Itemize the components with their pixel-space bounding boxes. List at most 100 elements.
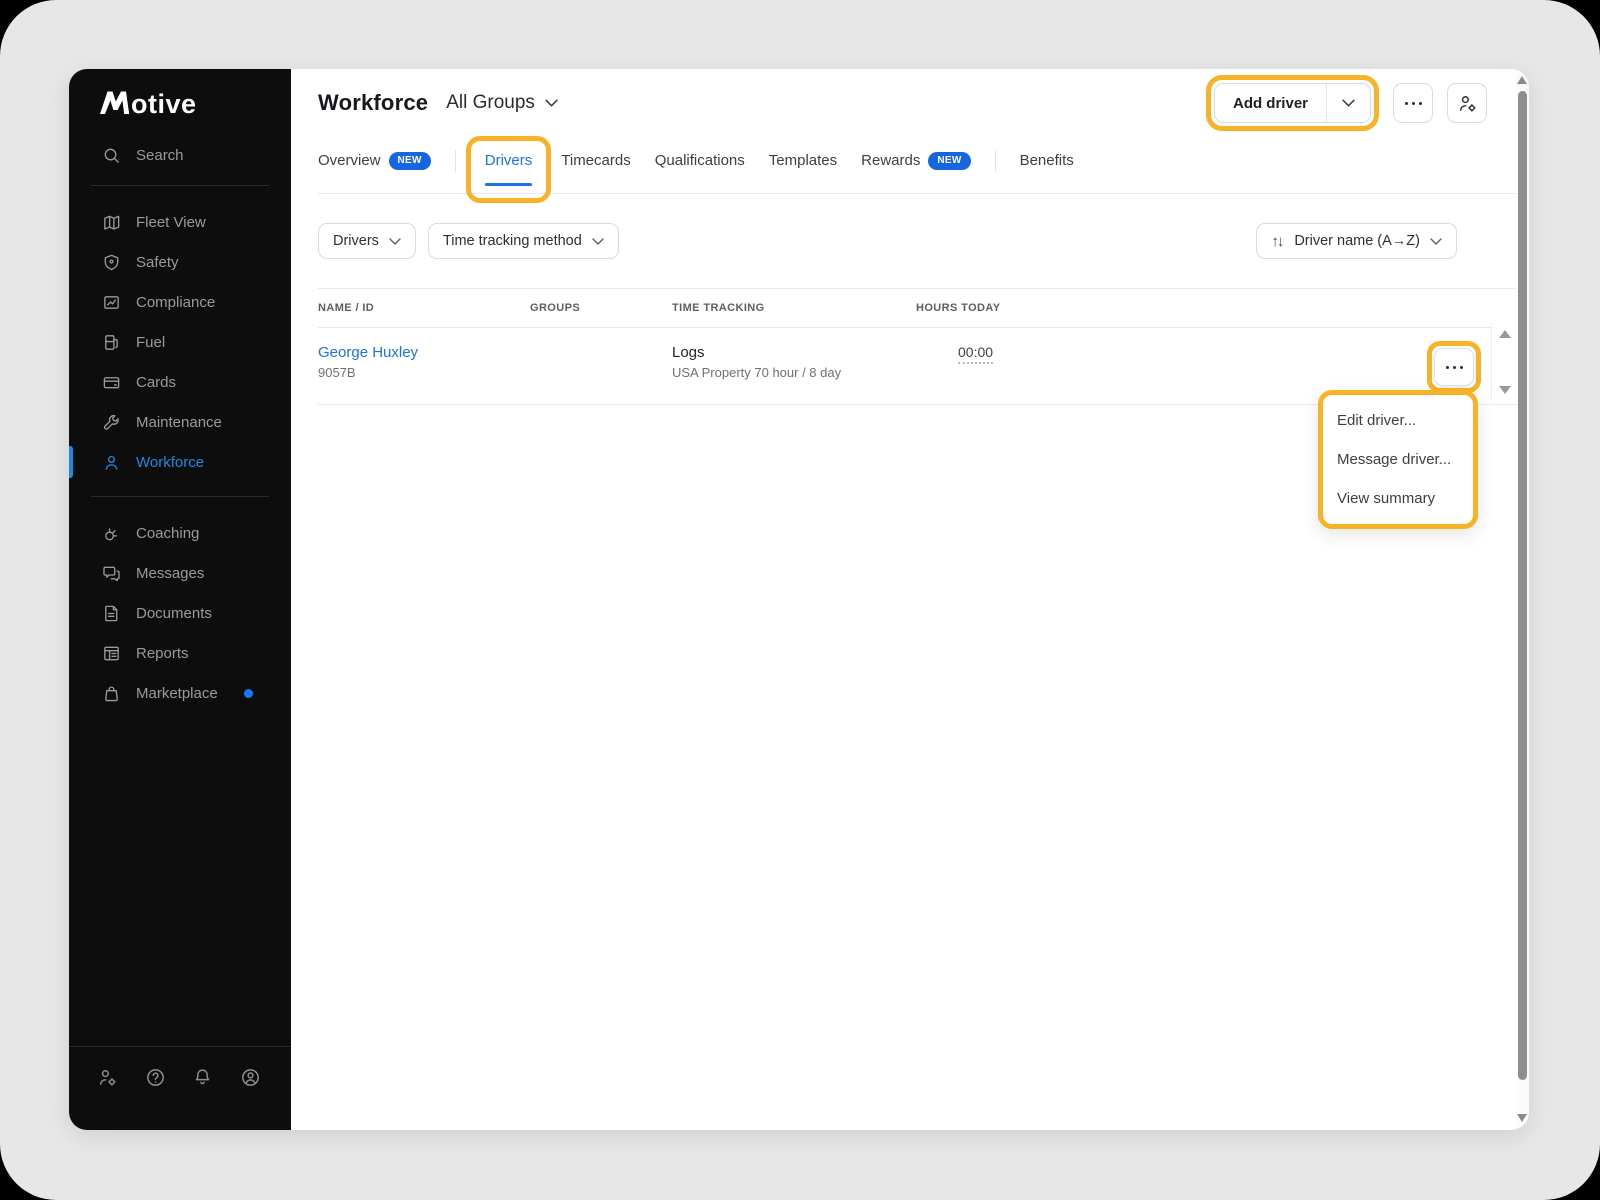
add-driver-caret-button[interactable] bbox=[1326, 84, 1370, 122]
chevron-down-icon bbox=[1430, 237, 1442, 245]
window-scrollbar[interactable] bbox=[1516, 69, 1529, 1130]
filter-label: Drivers bbox=[333, 233, 379, 249]
chevron-down-icon bbox=[389, 237, 401, 245]
sidebar-item-label: Cards bbox=[136, 373, 177, 391]
sidebar-item-coaching[interactable]: Coaching bbox=[69, 513, 291, 553]
tab-templates[interactable]: Templates bbox=[769, 151, 837, 188]
tab-timecards[interactable]: Timecards bbox=[561, 151, 630, 188]
tab-benefits[interactable]: Benefits bbox=[1020, 151, 1074, 188]
report-table-icon bbox=[104, 646, 119, 660]
menu-item-message-driver[interactable]: Message driver... bbox=[1323, 440, 1473, 479]
sidebar-item-fleet-view[interactable]: Fleet View bbox=[69, 202, 291, 242]
group-scope-value: All Groups bbox=[446, 92, 535, 113]
chevron-down-icon bbox=[545, 99, 558, 107]
svg-text:otive: otive bbox=[131, 89, 196, 115]
page-title: Workforce bbox=[318, 90, 429, 115]
sidebar-item-maintenance[interactable]: Maintenance bbox=[69, 402, 291, 442]
driver-id: 9057B bbox=[318, 365, 356, 380]
drivers-filter-dropdown[interactable]: Drivers bbox=[318, 223, 416, 259]
tab-label: Rewards bbox=[861, 152, 921, 169]
tab-rewards[interactable]: Rewards NEW bbox=[861, 151, 971, 188]
add-driver-highlight: Add driver bbox=[1205, 75, 1379, 131]
add-driver-button[interactable]: Add driver bbox=[1215, 84, 1326, 122]
sidebar-item-label: Safety bbox=[136, 253, 179, 271]
credit-card-icon bbox=[103, 376, 120, 388]
scroll-down-arrow-icon[interactable] bbox=[1498, 386, 1511, 394]
scrollbar-down-arrow-icon[interactable] bbox=[1517, 1114, 1527, 1122]
wrench-icon bbox=[104, 414, 119, 430]
motive-m-icon: otive bbox=[100, 89, 196, 115]
sidebar-item-messages[interactable]: Messages bbox=[69, 553, 291, 593]
tab-separator bbox=[454, 150, 456, 172]
sidebar-footer bbox=[69, 1046, 291, 1130]
tab-drivers[interactable]: Drivers bbox=[484, 151, 532, 186]
name-id-cell: George Huxley 9057B bbox=[318, 344, 530, 380]
sidebar-item-marketplace[interactable]: Marketplace bbox=[69, 673, 291, 713]
app-window: otive Search Fleet View Safety Complianc… bbox=[69, 69, 1529, 1130]
sidebar-item-cards[interactable]: Cards bbox=[69, 362, 291, 402]
workforce-tabs: Overview NEW Drivers Timecards Qualifica… bbox=[318, 136, 1517, 203]
menu-item-edit-driver[interactable]: Edit driver... bbox=[1323, 401, 1473, 440]
tab-label: Overview bbox=[318, 152, 381, 169]
new-badge: NEW bbox=[928, 152, 971, 170]
scrollbar-thumb[interactable] bbox=[1518, 91, 1527, 1080]
header-more-button[interactable] bbox=[1393, 83, 1433, 123]
column-header-groups: GROUPS bbox=[530, 302, 581, 314]
table-header-row: NAME / ID GROUPS TIME TRACKING HOURS TOD… bbox=[318, 288, 1517, 327]
column-header-time-tracking: TIME TRACKING bbox=[672, 302, 765, 314]
row-context-menu: Edit driver... Message driver... View su… bbox=[1318, 390, 1478, 529]
hours-today-cell: 00:00 bbox=[916, 344, 1106, 364]
chevron-down-icon bbox=[1342, 99, 1355, 107]
drivers-tab-highlight: Drivers bbox=[465, 136, 552, 203]
sidebar-item-label: Fleet View bbox=[136, 213, 206, 231]
scroll-up-arrow-icon[interactable] bbox=[1498, 330, 1511, 338]
sidebar-item-documents[interactable]: Documents bbox=[69, 593, 291, 633]
time-tracking-method: Logs bbox=[672, 344, 705, 361]
time-tracking-ruleset: USA Property 70 hour / 8 day bbox=[672, 365, 842, 380]
drivers-table: NAME / ID GROUPS TIME TRACKING HOURS TOD… bbox=[318, 288, 1517, 405]
fuel-pump-icon bbox=[105, 334, 118, 350]
filter-bar: Drivers Time tracking method ↑↓ Driver n… bbox=[318, 223, 1517, 259]
sidebar-item-reports[interactable]: Reports bbox=[69, 633, 291, 673]
add-driver-split-button: Add driver bbox=[1213, 83, 1371, 123]
sidebar-divider bbox=[91, 185, 269, 186]
sort-label: Driver name (A→Z) bbox=[1294, 233, 1420, 249]
new-badge: NEW bbox=[388, 152, 431, 170]
tab-overview[interactable]: Overview NEW bbox=[318, 151, 431, 188]
chat-bubbles-icon bbox=[103, 566, 120, 581]
ellipsis-icon bbox=[1445, 365, 1463, 369]
tab-separator bbox=[994, 150, 996, 172]
account-button[interactable] bbox=[240, 1067, 261, 1088]
sidebar-item-fuel[interactable]: Fuel bbox=[69, 322, 291, 362]
help-button[interactable] bbox=[145, 1067, 166, 1088]
sidebar-item-compliance[interactable]: Compliance bbox=[69, 282, 291, 322]
search-icon bbox=[104, 148, 119, 163]
person-icon bbox=[105, 455, 118, 470]
row-more-button[interactable] bbox=[1434, 348, 1474, 386]
menu-item-view-summary[interactable]: View summary bbox=[1323, 479, 1473, 518]
page-background: otive Search Fleet View Safety Complianc… bbox=[0, 0, 1600, 1200]
driver-settings-button[interactable] bbox=[1447, 83, 1487, 123]
scrollbar-up-arrow-icon[interactable] bbox=[1517, 76, 1527, 84]
shopping-bag-icon bbox=[105, 685, 118, 701]
tab-qualifications[interactable]: Qualifications bbox=[655, 151, 745, 188]
driver-name-link[interactable]: George Huxley bbox=[318, 344, 530, 361]
table-scrollbar[interactable] bbox=[1491, 323, 1517, 401]
admin-settings-button[interactable] bbox=[97, 1067, 118, 1088]
hours-today-value[interactable]: 00:00 bbox=[958, 344, 994, 364]
sort-dropdown[interactable]: ↑↓ Driver name (A→Z) bbox=[1256, 223, 1457, 259]
group-scope-dropdown[interactable]: All Groups bbox=[446, 92, 558, 114]
sidebar-item-search[interactable]: Search bbox=[69, 135, 291, 175]
sidebar-item-workforce[interactable]: Workforce bbox=[69, 442, 291, 482]
sidebar-item-label: Coaching bbox=[136, 524, 200, 542]
time-tracking-filter-dropdown[interactable]: Time tracking method bbox=[427, 223, 619, 259]
notifications-button[interactable] bbox=[192, 1067, 213, 1088]
sidebar-item-safety[interactable]: Safety bbox=[69, 242, 291, 282]
map-icon bbox=[104, 215, 120, 230]
bell-icon bbox=[195, 1069, 210, 1085]
sidebar-item-label: Workforce bbox=[136, 453, 205, 471]
person-gear-icon bbox=[1459, 95, 1476, 112]
sidebar-item-label: Compliance bbox=[136, 293, 216, 311]
sidebar: otive Search Fleet View Safety Complianc… bbox=[69, 69, 291, 1130]
page-header: Workforce All Groups Add driver bbox=[318, 75, 1517, 131]
